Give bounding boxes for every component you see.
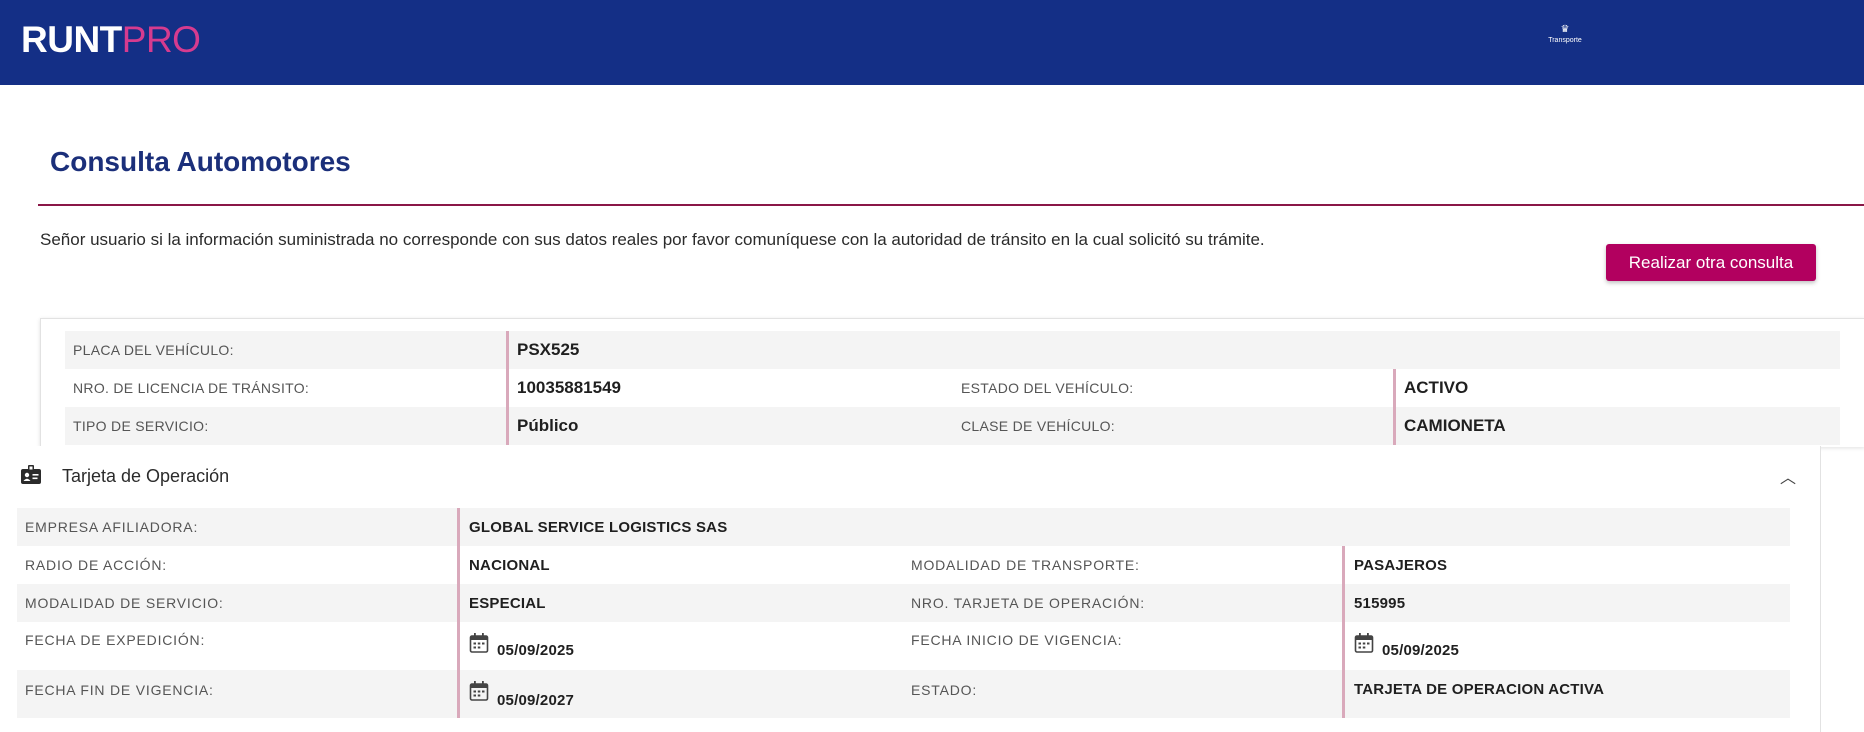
vehicle-row-license: NRO. DE LICENCIA DE TRÁNSITO: 1003588154… (65, 369, 1840, 407)
vehicle-row-service: TIPO DE SERVICIO: Público CLASE DE VEHÍC… (65, 407, 1840, 445)
start-date-value: 05/09/2025 (1382, 642, 1460, 659)
license-label: NRO. DE LICENCIA DE TRÁNSITO: (73, 380, 310, 396)
plate-value: PSX525 (517, 340, 580, 359)
calendar-icon (1354, 633, 1374, 653)
company-label: EMPRESA AFILIADORA: (25, 519, 199, 535)
row-separator (1393, 369, 1396, 407)
state-label: ESTADO: (911, 682, 978, 698)
start-date-label: FECHA INICIO DE VIGENCIA: (911, 632, 1123, 648)
row-separator (457, 546, 460, 584)
end-date-label: FECHA FIN DE VIGENCIA: (25, 682, 214, 698)
company-value: GLOBAL SERVICE LOGISTICS SAS (469, 518, 728, 536)
service-mode-value: ESPECIAL (469, 594, 546, 612)
vehicle-summary-card: PLACA DEL VEHÍCULO: PSX525 NRO. DE LICEN… (40, 318, 1864, 447)
service-type-label: TIPO DE SERVICIO: (73, 418, 209, 434)
op-row-end-state: FECHA FIN DE VIGENCIA: 05/09/2027 ESTADO… (17, 670, 1790, 718)
issue-date-value: 05/09/2025 (497, 642, 575, 659)
row-separator (457, 670, 460, 718)
row-separator (1393, 407, 1396, 445)
card-number-label: NRO. TARJETA DE OPERACIÓN: (911, 595, 1145, 611)
row-separator (457, 584, 460, 622)
row-separator (1342, 670, 1345, 718)
top-header-bar: RUNTPRO ♛ Transporte (0, 0, 1864, 85)
vehicle-status-label: ESTADO DEL VEHÍCULO: (961, 380, 1134, 396)
service-type-value: Público (517, 416, 579, 435)
new-query-button[interactable]: Realizar otra consulta (1606, 244, 1816, 281)
op-row-dates: FECHA DE EXPEDICIÓN: 05/09/2025 FECHA IN… (17, 622, 1790, 670)
row-separator (1342, 584, 1345, 622)
op-row-service-mode: MODALIDAD DE SERVICIO: ESPECIAL NRO. TAR… (17, 584, 1790, 622)
op-row-company: EMPRESA AFILIADORA: GLOBAL SERVICE LOGIS… (17, 508, 1790, 546)
plate-label: PLACA DEL VEHÍCULO: (73, 342, 234, 358)
op-row-range: RADIO DE ACCIÓN: NACIONAL MODALIDAD DE T… (17, 546, 1790, 584)
operation-card-title: Tarjeta de Operación (62, 466, 230, 486)
page-title: Consulta Automotores (50, 146, 351, 177)
user-notice: Señor usuario si la información suminist… (40, 230, 1265, 249)
row-separator (506, 331, 509, 369)
logo-pro-text: PRO (121, 19, 201, 60)
service-mode-label: MODALIDAD DE SERVICIO: (25, 595, 224, 611)
card-number-value: 515995 (1354, 594, 1406, 612)
issue-date-label: FECHA DE EXPEDICIÓN: (25, 632, 206, 648)
crest-icon: ♛ (1560, 24, 1570, 35)
license-value: 10035881549 (517, 378, 622, 397)
end-date-value: 05/09/2027 (497, 692, 575, 709)
calendar-icon (469, 633, 489, 653)
transport-mode-value: PASAJEROS (1354, 556, 1448, 574)
row-separator (1342, 546, 1345, 584)
logo-runt-text: RUNT (21, 19, 122, 60)
transport-mode-label: MODALIDAD DE TRANSPORTE: (911, 557, 1140, 573)
state-value: TARJETA DE OPERACION ACTIVA (1354, 681, 1605, 698)
row-separator (457, 622, 460, 670)
id-card-icon (21, 465, 41, 484)
row-separator (1342, 622, 1345, 670)
title-divider (38, 204, 1864, 206)
vehicle-status-value: ACTIVO (1404, 378, 1469, 397)
range-label: RADIO DE ACCIÓN: (25, 557, 167, 573)
vehicle-class-label: CLASE DE VEHÍCULO: (961, 418, 1115, 434)
operation-card-panel: Tarjeta de Operación ︿ EMPRESA AFILIADOR… (0, 446, 1821, 732)
collapse-chevron-icon[interactable]: ︿ (1780, 464, 1796, 488)
row-separator (506, 407, 509, 445)
runtpro-logo[interactable]: RUNTPRO (21, 18, 201, 62)
ministry-logo: ♛ Transporte (1540, 24, 1590, 50)
vehicle-row-plate: PLACA DEL VEHÍCULO: PSX525 (65, 331, 1840, 369)
vehicle-class-value: CAMIONETA (1404, 416, 1506, 435)
calendar-icon (469, 681, 489, 701)
ministry-label: Transporte (1548, 37, 1582, 44)
row-separator (457, 508, 460, 546)
row-separator (506, 369, 509, 407)
range-value: NACIONAL (469, 556, 550, 574)
